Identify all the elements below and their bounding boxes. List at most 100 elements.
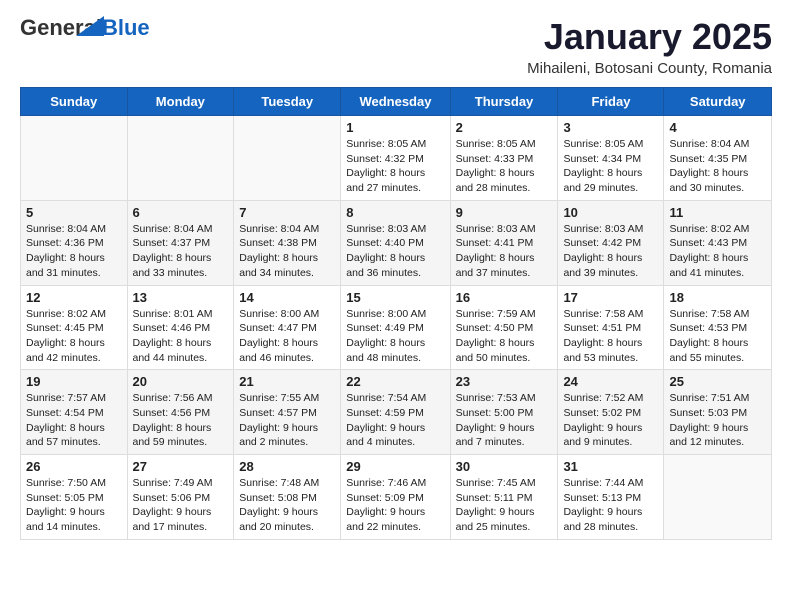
calendar-cell xyxy=(21,116,128,201)
logo: GeneralBlue xyxy=(20,16,150,62)
day-number: 23 xyxy=(456,374,553,389)
calendar-cell: 27Sunrise: 7:49 AMSunset: 5:06 PMDayligh… xyxy=(127,455,234,540)
day-info: Sunrise: 8:02 AMSunset: 4:43 PMDaylight:… xyxy=(669,222,766,281)
calendar-cell: 30 Sunrise: 7:45 AMSunset: 5:11 PMDayligh… xyxy=(450,455,558,540)
day-number: 15 xyxy=(346,290,444,305)
day-info: Sunrise: 8:03 AMSunset: 4:41 PMDaylight:… xyxy=(456,222,553,281)
day-info: Sunrise: 8:05 AMSunset: 4:34 PMDaylight:… xyxy=(563,137,658,196)
calendar-cell: 24 Sunrise: 7:52 AMSunset: 5:02 PMDayligh… xyxy=(558,370,664,455)
day-info: Sunrise: 8:04 AMSunset: 4:36 PMDaylight:… xyxy=(26,222,122,281)
calendar-cell: 28Sunrise: 7:48 AMSunset: 5:08 PMDayligh… xyxy=(234,455,341,540)
week-row-4: 19 Sunrise: 7:57 AMSunset: 4:54 PMDayligh… xyxy=(21,370,772,455)
calendar-cell: 3 Sunrise: 8:05 AMSunset: 4:34 PMDaylight… xyxy=(558,116,664,201)
calendar-cell: 5 Sunrise: 8:04 AMSunset: 4:36 PMDaylight… xyxy=(21,200,128,285)
calendar-cell xyxy=(127,116,234,201)
calendar-cell: 1 Sunrise: 8:05 AMSunset: 4:32 PMDaylight… xyxy=(341,116,450,201)
day-info: Sunrise: 7:49 AMSunset: 5:06 PMDaylight:… xyxy=(133,476,229,535)
calendar-cell: 10Sunrise: 8:03 AMSunset: 4:42 PMDayligh… xyxy=(558,200,664,285)
calendar-cell: 14 Sunrise: 8:00 AMSunset: 4:47 PMDayligh… xyxy=(234,285,341,370)
day-info: Sunrise: 7:58 AMSunset: 4:51 PMDaylight:… xyxy=(563,307,658,366)
day-number: 4 xyxy=(669,120,766,135)
header-sunday: Sunday xyxy=(21,88,128,116)
calendar-cell: 18 Sunrise: 7:58 AMSunset: 4:53 PMDayligh… xyxy=(664,285,772,370)
calendar-cell: 11 Sunrise: 8:02 AMSunset: 4:43 PMDayligh… xyxy=(664,200,772,285)
day-info: Sunrise: 8:02 AMSunset: 4:45 PMDaylight:… xyxy=(26,307,122,366)
day-info: Sunrise: 8:04 AMSunset: 4:38 PMDaylight:… xyxy=(239,222,335,281)
day-info: Sunrise: 7:59 AMSunset: 4:50 PMDaylight:… xyxy=(456,307,553,366)
calendar-cell: 17 Sunrise: 7:58 AMSunset: 4:51 PMDayligh… xyxy=(558,285,664,370)
day-number: 24 xyxy=(563,374,658,389)
header-friday: Friday xyxy=(558,88,664,116)
day-number: 13 xyxy=(133,290,229,305)
day-number: 12 xyxy=(26,290,122,305)
day-number: 9 xyxy=(456,205,553,220)
day-number: 16 xyxy=(456,290,553,305)
header-thursday: Thursday xyxy=(450,88,558,116)
day-info: Sunrise: 7:58 AMSunset: 4:53 PMDaylight:… xyxy=(669,307,766,366)
week-row-1: 1 Sunrise: 8:05 AMSunset: 4:32 PMDaylight… xyxy=(21,116,772,201)
day-number: 20 xyxy=(133,374,229,389)
calendar-cell: 22Sunrise: 7:54 AMSunset: 4:59 PMDayligh… xyxy=(341,370,450,455)
day-info: Sunrise: 7:52 AMSunset: 5:02 PMDaylight:… xyxy=(563,391,658,450)
day-info: Sunrise: 7:56 AMSunset: 4:56 PMDaylight:… xyxy=(133,391,229,450)
header-tuesday: Tuesday xyxy=(234,88,341,116)
day-info: Sunrise: 7:51 AMSunset: 5:03 PMDaylight:… xyxy=(669,391,766,450)
day-number: 10 xyxy=(563,205,658,220)
calendar-cell xyxy=(234,116,341,201)
day-info: Sunrise: 7:53 AMSunset: 5:00 PMDaylight:… xyxy=(456,391,553,450)
header: GeneralBlue January 2025 Mihaileni, Boto… xyxy=(20,16,772,77)
day-number: 21 xyxy=(239,374,335,389)
calendar-cell: 4Sunrise: 8:04 AMSunset: 4:35 PMDaylight… xyxy=(664,116,772,201)
calendar-cell: 12 Sunrise: 8:02 AMSunset: 4:45 PMDayligh… xyxy=(21,285,128,370)
day-info: Sunrise: 7:45 AMSunset: 5:11 PMDaylight:… xyxy=(456,476,553,535)
calendar-cell: 9 Sunrise: 8:03 AMSunset: 4:41 PMDaylight… xyxy=(450,200,558,285)
day-number: 1 xyxy=(346,120,444,135)
day-number: 19 xyxy=(26,374,122,389)
week-row-5: 26 Sunrise: 7:50 AMSunset: 5:05 PMDayligh… xyxy=(21,455,772,540)
location: Mihaileni, Botosani County, Romania xyxy=(527,60,772,77)
day-info: Sunrise: 8:00 AMSunset: 4:47 PMDaylight:… xyxy=(239,307,335,366)
day-number: 14 xyxy=(239,290,335,305)
day-number: 2 xyxy=(456,120,553,135)
logo-blue: Blue xyxy=(102,15,150,40)
week-row-3: 12 Sunrise: 8:02 AMSunset: 4:45 PMDayligh… xyxy=(21,285,772,370)
calendar-header: Sunday Monday Tuesday Wednesday Thursday… xyxy=(21,88,772,116)
calendar-cell: 20 Sunrise: 7:56 AMSunset: 4:56 PMDayligh… xyxy=(127,370,234,455)
day-number: 25 xyxy=(669,374,766,389)
calendar-cell: 25 Sunrise: 7:51 AMSunset: 5:03 PMDayligh… xyxy=(664,370,772,455)
day-info: Sunrise: 7:55 AMSunset: 4:57 PMDaylight:… xyxy=(239,391,335,450)
day-info: Sunrise: 7:48 AMSunset: 5:08 PMDaylight:… xyxy=(239,476,335,535)
day-number: 17 xyxy=(563,290,658,305)
calendar-cell xyxy=(664,455,772,540)
calendar-body: 1 Sunrise: 8:05 AMSunset: 4:32 PMDaylight… xyxy=(21,116,772,540)
day-info: Sunrise: 8:03 AMSunset: 4:40 PMDaylight:… xyxy=(346,222,444,281)
calendar-cell: 19 Sunrise: 7:57 AMSunset: 4:54 PMDayligh… xyxy=(21,370,128,455)
header-wednesday: Wednesday xyxy=(341,88,450,116)
logo-icon xyxy=(76,12,104,40)
day-number: 31 xyxy=(563,459,658,474)
header-monday: Monday xyxy=(127,88,234,116)
calendar-cell: 23 Sunrise: 7:53 AMSunset: 5:00 PMDayligh… xyxy=(450,370,558,455)
calendar-cell: 2Sunrise: 8:05 AMSunset: 4:33 PMDaylight… xyxy=(450,116,558,201)
day-info: Sunrise: 8:00 AMSunset: 4:49 PMDaylight:… xyxy=(346,307,444,366)
day-info: Sunrise: 7:44 AMSunset: 5:13 PMDaylight:… xyxy=(563,476,658,535)
day-info: Sunrise: 7:54 AMSunset: 4:59 PMDaylight:… xyxy=(346,391,444,450)
calendar-cell: 7 Sunrise: 8:04 AMSunset: 4:38 PMDaylight… xyxy=(234,200,341,285)
week-row-2: 5 Sunrise: 8:04 AMSunset: 4:36 PMDaylight… xyxy=(21,200,772,285)
day-number: 11 xyxy=(669,205,766,220)
title-area: January 2025 Mihaileni, Botosani County,… xyxy=(527,16,772,77)
day-number: 7 xyxy=(239,205,335,220)
calendar-cell: 29Sunrise: 7:46 AMSunset: 5:09 PMDayligh… xyxy=(341,455,450,540)
calendar-table: Sunday Monday Tuesday Wednesday Thursday… xyxy=(20,87,772,540)
day-number: 3 xyxy=(563,120,658,135)
day-number: 30 xyxy=(456,459,553,474)
day-info: Sunrise: 7:57 AMSunset: 4:54 PMDaylight:… xyxy=(26,391,122,450)
day-number: 18 xyxy=(669,290,766,305)
calendar-cell: 31 Sunrise: 7:44 AMSunset: 5:13 PMDayligh… xyxy=(558,455,664,540)
day-number: 29 xyxy=(346,459,444,474)
day-info: Sunrise: 8:05 AMSunset: 4:32 PMDaylight:… xyxy=(346,137,444,196)
header-row: Sunday Monday Tuesday Wednesday Thursday… xyxy=(21,88,772,116)
day-number: 5 xyxy=(26,205,122,220)
day-number: 26 xyxy=(26,459,122,474)
day-info: Sunrise: 7:50 AMSunset: 5:05 PMDaylight:… xyxy=(26,476,122,535)
